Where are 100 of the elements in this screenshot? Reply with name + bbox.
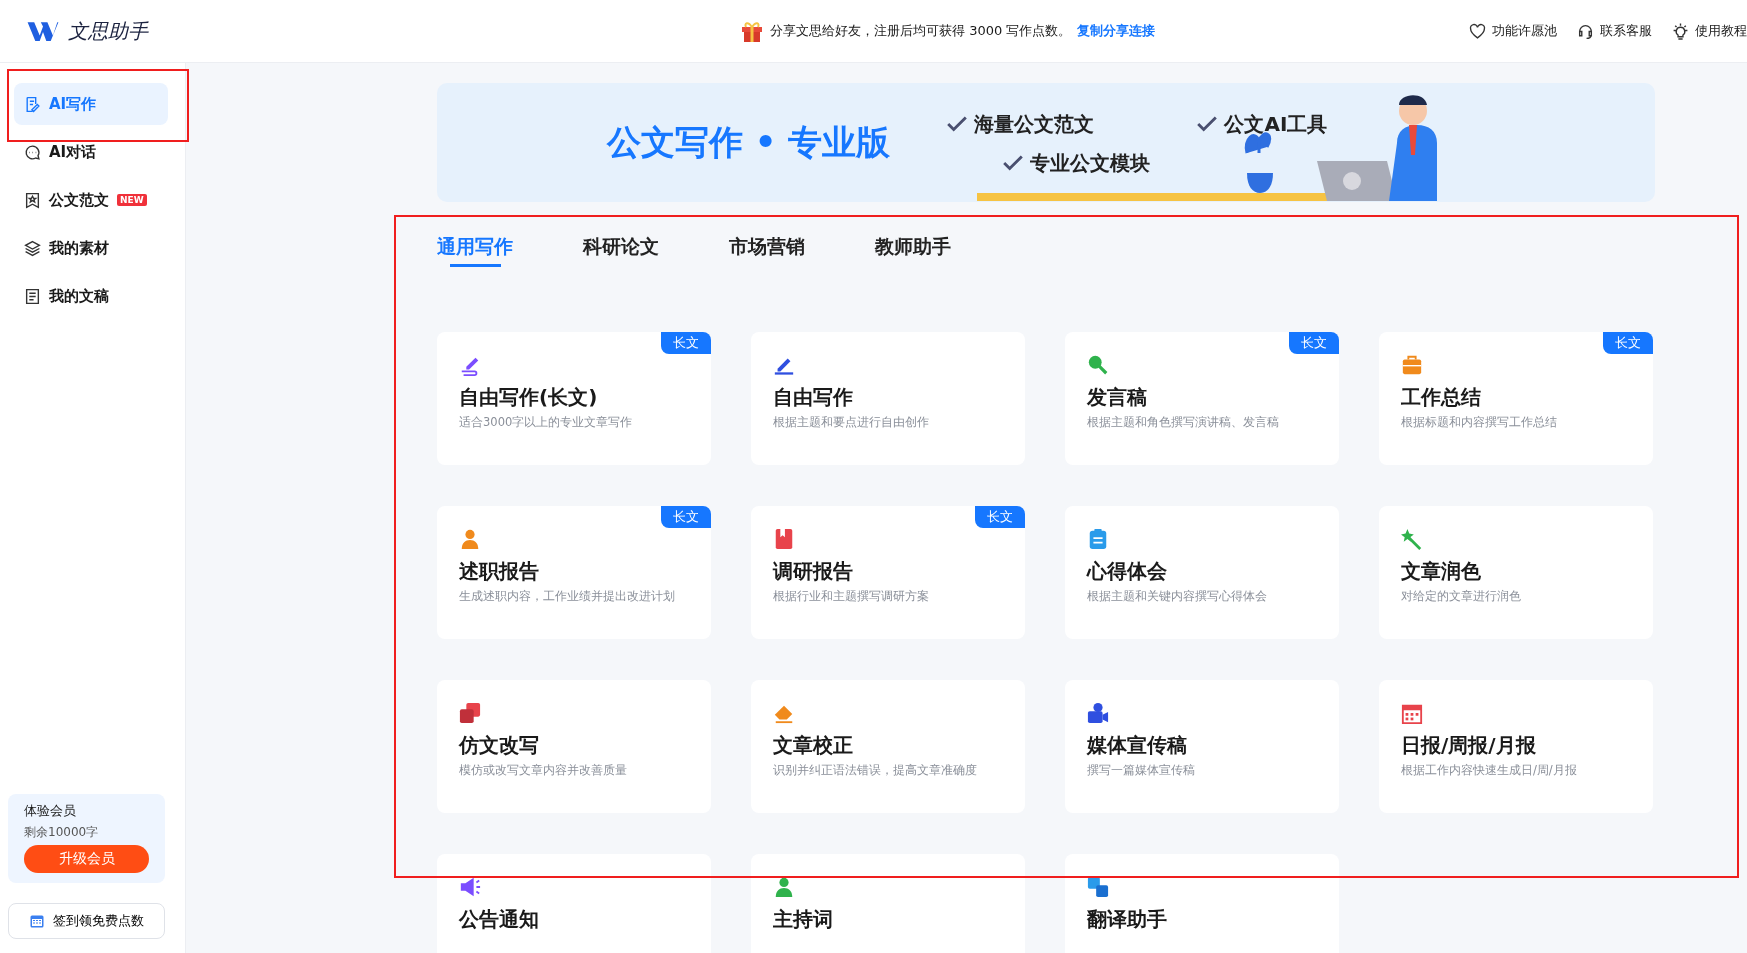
sidebar-item-label: 我的素材 xyxy=(49,238,109,258)
tool-description: 根据行业和主题撰写调研方案 xyxy=(773,589,930,604)
check-icon xyxy=(1002,154,1025,172)
tool-title: 调研报告 xyxy=(773,558,854,585)
tool-card[interactable]: 自由写作 根据主题和要点进行自由创作 xyxy=(751,332,1025,465)
tool-title: 工作总结 xyxy=(1401,384,1482,411)
calendar-icon xyxy=(29,913,45,929)
tool-title: 媒体宣传稿 xyxy=(1087,732,1188,759)
person-icon xyxy=(459,528,481,550)
tool-description: 适合3000字以上的专业文章写作 xyxy=(459,415,634,430)
tool-title: 心得体会 xyxy=(1087,558,1168,585)
long-text-badge: 长文 xyxy=(975,506,1025,528)
translate-icon xyxy=(1087,876,1109,898)
heart-icon xyxy=(1469,22,1486,40)
category-tab[interactable]: 通用写作 xyxy=(437,234,527,267)
tool-card[interactable]: 长文 自由写作(长文) 适合3000字以上的专业文章写作 xyxy=(437,332,711,465)
tool-description: 根据工作内容快速生成日/周/月报 xyxy=(1401,763,1578,778)
briefcase-icon xyxy=(1401,354,1423,376)
tool-card[interactable]: 公告通知 xyxy=(437,854,711,953)
gift-icon xyxy=(740,19,764,43)
header-link[interactable]: 功能许愿池 xyxy=(1469,22,1557,40)
tool-title: 文章校正 xyxy=(773,732,854,759)
tool-card[interactable]: 仿文改写 模仿或改写文章内容并改善质量 xyxy=(437,680,711,813)
tool-card[interactable]: 翻译助手 xyxy=(1065,854,1339,953)
long-text-badge: 长文 xyxy=(661,332,711,354)
sidebar-item[interactable]: AI对话 xyxy=(14,131,168,173)
category-tab[interactable]: 教师助手 xyxy=(875,234,965,267)
tool-card[interactable]: 文章润色 对给定的文章进行润色 xyxy=(1379,506,1653,639)
tool-description: 撰写一篇媒体宣传稿 xyxy=(1087,763,1196,778)
copy-share-link[interactable]: 复制分享连接 xyxy=(1077,22,1156,40)
tool-title: 述职报告 xyxy=(459,558,540,585)
headset-icon xyxy=(1577,22,1594,40)
remaining-words: 剩余10000字 xyxy=(24,824,100,841)
tool-title: 自由写作 xyxy=(773,384,854,411)
tool-title: 发言稿 xyxy=(1087,384,1148,411)
sidebar-item-label: 公文范文 xyxy=(49,190,109,210)
check-icon xyxy=(946,115,969,133)
clipboard-icon xyxy=(1087,528,1109,550)
sidebar-item-label: AI写作 xyxy=(49,94,97,114)
long-text-badge: 长文 xyxy=(1289,332,1339,354)
tool-title: 主持词 xyxy=(773,906,834,933)
sidebar-item[interactable]: AI写作 xyxy=(14,83,168,125)
tool-description: 根据主题和关键内容撰写心得体会 xyxy=(1087,589,1268,604)
category-tab[interactable]: 科研论文 xyxy=(583,234,673,267)
calendar-icon xyxy=(1401,702,1423,724)
tool-description: 对给定的文章进行润色 xyxy=(1401,589,1522,604)
lightbulb-icon xyxy=(1672,22,1689,40)
tool-card[interactable]: 心得体会 根据主题和关键内容撰写心得体会 xyxy=(1065,506,1339,639)
sidebar-item-label: AI对话 xyxy=(49,142,97,162)
tool-title: 自由写作(长文) xyxy=(459,384,599,411)
checkin-button[interactable]: 签到领免费点数 xyxy=(8,903,165,939)
category-tab[interactable]: 市场营销 xyxy=(729,234,819,267)
logo-icon xyxy=(26,20,60,42)
header-link[interactable]: 联系客服 xyxy=(1577,22,1652,40)
feature-item: 公文AI工具 xyxy=(1196,110,1328,138)
sidebar-item[interactable]: 我的文稿 xyxy=(14,275,168,317)
tool-card[interactable]: 长文 工作总结 根据标题和内容撰写工作总结 xyxy=(1379,332,1653,465)
tool-description: 生成述职内容，工作业绩并提出改进计划 xyxy=(459,589,676,604)
tool-card[interactable]: 主持词 xyxy=(751,854,1025,953)
sidebar-item-label: 我的文稿 xyxy=(49,286,109,306)
long-text-badge: 长文 xyxy=(1603,332,1653,354)
feature-item: 专业公文模块 xyxy=(1002,149,1151,177)
tool-title: 公告通知 xyxy=(459,906,540,933)
banner-title: 公文写作 • 专业版 xyxy=(607,120,891,164)
notice-text: 分享文思给好友，注册后均可获得 3000 写作点数。 xyxy=(770,22,1072,40)
tool-title: 日报/周报/月报 xyxy=(1401,732,1537,759)
book-icon xyxy=(773,528,795,550)
tool-card[interactable]: 媒体宣传稿 撰写一篇媒体宣传稿 xyxy=(1065,680,1339,813)
tool-card[interactable]: 长文 发言稿 根据主题和角色撰写演讲稿、发言稿 xyxy=(1065,332,1339,465)
check-icon xyxy=(1196,115,1219,133)
tool-card[interactable]: 长文 调研报告 根据行业和主题撰写调研方案 xyxy=(751,506,1025,639)
logo-text: 文思助手 xyxy=(68,17,148,45)
tool-title: 翻译助手 xyxy=(1087,906,1168,933)
layers-icon xyxy=(24,239,41,257)
tool-description: 根据主题和要点进行自由创作 xyxy=(773,415,930,430)
membership-title: 体验会员 xyxy=(24,802,77,820)
sidebar-item[interactable]: 公文范文 NEW xyxy=(14,179,168,221)
video-camera-icon xyxy=(1087,702,1109,724)
sidebar-item[interactable]: 我的素材 xyxy=(14,227,168,269)
tool-description: 识别并纠正语法错误，提高文章准确度 xyxy=(773,763,978,778)
document-icon xyxy=(24,95,41,113)
bookmark-icon xyxy=(24,191,41,209)
file-icon xyxy=(24,287,41,305)
tool-title: 仿文改写 xyxy=(459,732,540,759)
megaphone-icon xyxy=(459,876,481,898)
magnifier-icon xyxy=(1087,354,1109,376)
magic-wand-icon xyxy=(1401,528,1423,550)
person-icon xyxy=(773,876,795,898)
tool-title: 文章润色 xyxy=(1401,558,1482,585)
long-text-badge: 长文 xyxy=(661,506,711,528)
stacked-squares-icon xyxy=(459,702,481,724)
tool-card[interactable]: 日报/周报/月报 根据工作内容快速生成日/周/月报 xyxy=(1379,680,1653,813)
tool-card[interactable]: 文章校正 识别并纠正语法错误，提高文章准确度 xyxy=(751,680,1025,813)
new-badge: NEW xyxy=(117,194,147,206)
tool-description: 根据主题和角色撰写演讲稿、发言稿 xyxy=(1087,415,1280,430)
feature-item: 海量公文范文 xyxy=(946,110,1151,138)
tool-description: 模仿或改写文章内容并改善质量 xyxy=(459,763,628,778)
header-link[interactable]: 使用教程 xyxy=(1672,22,1747,40)
chat-icon xyxy=(24,143,41,161)
tool-card[interactable]: 长文 述职报告 生成述职内容，工作业绩并提出改进计划 xyxy=(437,506,711,639)
